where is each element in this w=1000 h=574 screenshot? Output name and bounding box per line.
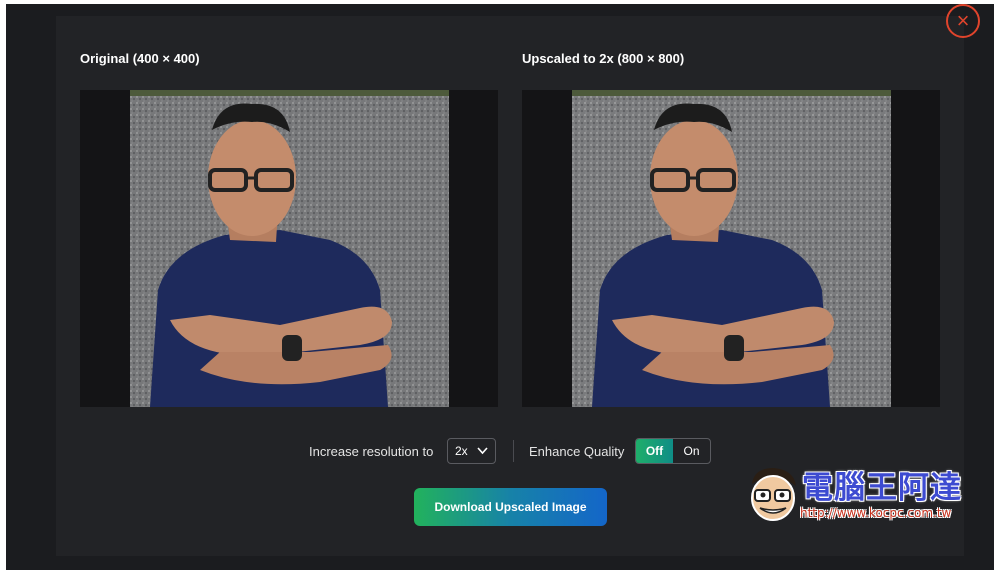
- chevron-down-icon: [476, 444, 489, 460]
- upscaled-image-panel: [522, 90, 940, 407]
- download-upscaled-button[interactable]: Download Upscaled Image: [414, 488, 607, 526]
- enhance-quality-toggle[interactable]: Off On: [635, 438, 711, 464]
- controls-divider: [513, 440, 514, 462]
- portrait-photo: [572, 90, 891, 407]
- resolution-label: Increase resolution to: [309, 444, 434, 459]
- original-image-panel: [80, 90, 498, 407]
- watermark-url: http://www.kocpc.com.tw: [800, 506, 952, 520]
- watermark-text: 電腦王阿達: [802, 470, 962, 506]
- resolution-select[interactable]: 2x: [447, 438, 496, 464]
- original-image: [130, 90, 449, 407]
- enhance-quality-label: Enhance Quality: [529, 444, 625, 459]
- upscaled-image: [572, 90, 891, 407]
- toggle-off-option[interactable]: Off: [636, 439, 673, 463]
- watermark: 電腦王阿達 http://www.kocpc.com.tw: [744, 460, 974, 526]
- mascot-logo: [744, 464, 802, 524]
- original-title: Original (400 × 400): [80, 51, 200, 66]
- resolution-value: 2x: [455, 444, 468, 458]
- toggle-on-option[interactable]: On: [673, 439, 710, 463]
- close-button[interactable]: ×: [946, 4, 980, 38]
- portrait-photo: [130, 90, 449, 407]
- close-icon: ×: [956, 8, 970, 33]
- upscaled-title: Upscaled to 2x (800 × 800): [522, 51, 685, 66]
